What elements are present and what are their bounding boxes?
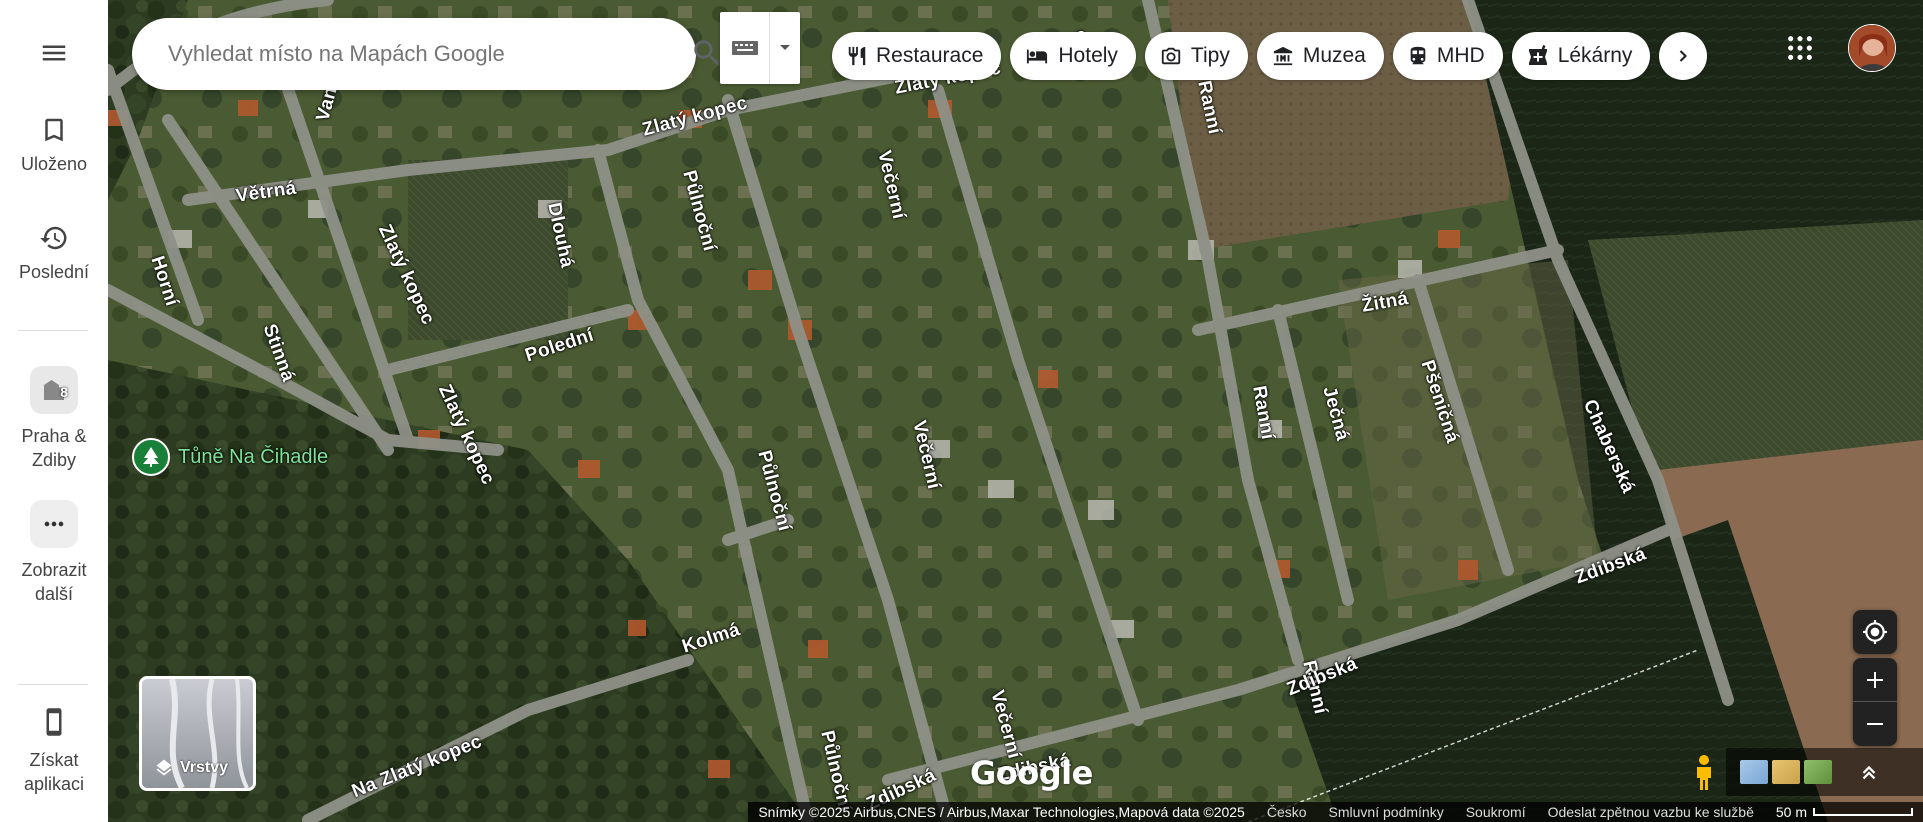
chip-transit[interactable]: MHD <box>1392 32 1503 80</box>
chip-hotels[interactable]: Hotely <box>1010 32 1136 80</box>
expand-up-icon[interactable] <box>1858 761 1880 783</box>
search-input[interactable] <box>168 41 528 67</box>
satellite-map[interactable]: Vanatá dec Zlatý kopec Zlatý kopec Zlatý… <box>108 0 1923 822</box>
more-label: Zobrazit další <box>21 560 87 604</box>
keyboard-button[interactable] <box>720 12 770 84</box>
street-view-pegman[interactable] <box>1686 750 1722 794</box>
recent-button[interactable]: Poslední <box>0 222 108 284</box>
tile-terrain[interactable] <box>1772 760 1800 784</box>
satellite-imagery <box>108 0 1923 822</box>
footer-bar: Snímky ©2025 Airbus,CNES / Airbus,Maxar … <box>748 802 1923 822</box>
rail-divider <box>18 330 88 331</box>
minus-icon <box>1867 723 1883 725</box>
bed-icon <box>1027 49 1048 64</box>
layers-label: Vrstvy <box>180 759 229 776</box>
scale-label: 50 m <box>1775 804 1807 820</box>
pharmacy-icon <box>1528 45 1547 65</box>
layers-icon <box>156 759 172 776</box>
pegman-icon <box>1697 755 1711 790</box>
chip-museums[interactable]: Muzea <box>1256 32 1384 80</box>
chip-label: MHD <box>1436 44 1485 67</box>
search-icon <box>694 40 720 66</box>
more-icon <box>30 500 78 548</box>
input-tools <box>720 12 800 84</box>
privacy-link[interactable]: Soukromí <box>1466 804 1526 820</box>
plus-icon <box>1867 671 1883 688</box>
tile-default[interactable] <box>1740 760 1768 784</box>
map-footer: Snímky ©2025 Airbus,CNES / Airbus,Maxar … <box>0 802 1923 822</box>
museum-icon <box>1273 46 1292 66</box>
chip-pharmacies[interactable]: Lékárny <box>1511 32 1651 80</box>
chip-label: Lékárny <box>1557 44 1633 67</box>
saved-button[interactable]: Uloženo <box>0 114 108 176</box>
google-logo: Google <box>970 754 1093 792</box>
trip-badge: 8 <box>60 384 68 400</box>
trip-label: Praha & Zdiby <box>21 426 87 470</box>
poi-tune-na-cihadle[interactable]: Tůně Na Čihadle <box>132 438 328 476</box>
category-chips: Restaurace Hotely Tipy Muzea MHD Lékárny <box>832 32 1708 80</box>
hamburger-menu-icon <box>42 45 66 61</box>
bookmark-icon <box>38 114 70 146</box>
chips-next-button[interactable] <box>1659 32 1708 80</box>
menu-button[interactable] <box>0 38 108 68</box>
zoom-in-button[interactable] <box>1853 658 1897 702</box>
recent-label: Poslední <box>18 262 90 282</box>
fork-knife-icon <box>848 46 866 66</box>
chip-label: Muzea <box>1302 44 1366 67</box>
crosshair-icon <box>1863 620 1887 644</box>
my-location-button[interactable] <box>1853 610 1897 654</box>
train-icon <box>1410 46 1426 65</box>
scale-indicator[interactable]: 50 m <box>1776 804 1913 820</box>
saved-label: Uloženo <box>20 154 88 174</box>
scale-bar <box>1813 808 1913 816</box>
input-tools-dropdown[interactable] <box>770 12 800 84</box>
chevron-right-icon <box>1680 50 1688 62</box>
left-rail: Uloženo Poslední 8 Praha & Zdiby Zobrazi… <box>0 0 108 822</box>
tree-icon <box>132 438 170 476</box>
search-box <box>132 18 799 90</box>
layers-button[interactable]: Vrstvy <box>139 676 256 791</box>
google-apps-button[interactable] <box>1786 34 1814 67</box>
get-app-label: Získat aplikaci <box>23 750 85 794</box>
history-icon <box>38 222 70 254</box>
feedback-link[interactable]: Odeslat zpětnou vazbu ke službě <box>1548 804 1754 820</box>
get-app-button[interactable]: Získat aplikaci <box>0 702 108 796</box>
poi-label: Tůně Na Čihadle <box>178 445 329 468</box>
chip-restaurants[interactable]: Restaurace <box>832 32 1002 80</box>
trip-thumbnail: 8 <box>30 366 78 414</box>
apps-grid-icon <box>1788 36 1812 60</box>
imagery-copyright: Snímky ©2025 Airbus,CNES / Airbus,Maxar … <box>758 804 1245 820</box>
terms-link[interactable]: Smluvní podmínky <box>1329 804 1444 820</box>
layers-label-wrap: Vrstvy <box>154 758 228 778</box>
caret-down-icon <box>780 45 790 50</box>
search-button[interactable] <box>690 36 724 75</box>
chip-label: Tipy <box>1190 44 1230 67</box>
zoom-controls <box>1853 658 1897 746</box>
chip-label: Restaurace <box>876 44 984 67</box>
chip-label: Hotely <box>1058 44 1118 67</box>
more-button[interactable]: Zobrazit další <box>0 500 108 606</box>
chip-tips[interactable]: Tipy <box>1144 32 1248 80</box>
country-link[interactable]: Česko <box>1267 804 1307 820</box>
zoom-out-button[interactable] <box>1853 702 1897 746</box>
avatar-photo <box>1849 25 1895 71</box>
rail-divider-2 <box>18 684 88 685</box>
keyboard-icon <box>731 41 758 55</box>
phone-icon <box>38 702 70 742</box>
tile-traffic[interactable] <box>1804 760 1832 784</box>
map-type-tiles <box>1726 748 1923 796</box>
account-avatar[interactable] <box>1848 24 1896 72</box>
trip-list-button[interactable]: 8 Praha & Zdiby <box>0 366 108 472</box>
camera-icon <box>1161 47 1181 65</box>
